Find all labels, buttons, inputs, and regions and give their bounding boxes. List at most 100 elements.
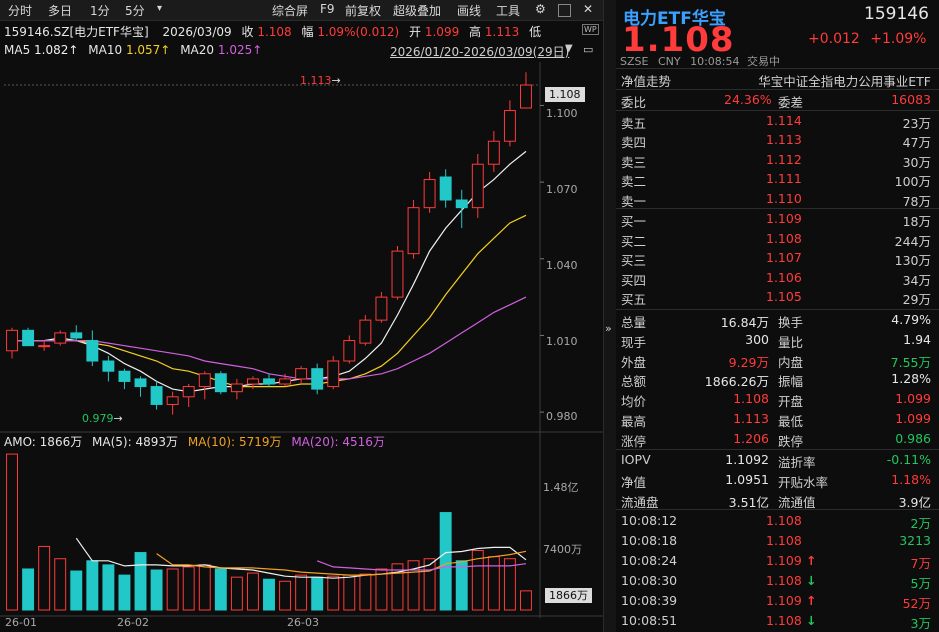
candle[interactable] — [70, 332, 83, 339]
tab-composite-screen[interactable]: 综合屏 — [272, 2, 308, 19]
volume-bar[interactable] — [311, 576, 324, 611]
candle[interactable] — [423, 179, 436, 209]
stat-label: 振幅 — [778, 374, 804, 390]
expand-panel-icon[interactable]: » — [605, 322, 612, 335]
volume-bar[interactable] — [182, 566, 195, 611]
volume-bar[interactable] — [70, 570, 83, 611]
candle[interactable] — [166, 396, 179, 405]
range-dropdown-icon[interactable]: ▼ — [565, 43, 573, 54]
kline-chart[interactable] — [0, 62, 603, 632]
volume-bar[interactable] — [102, 564, 115, 611]
volume-bar[interactable] — [150, 569, 163, 611]
volume-bar[interactable] — [54, 558, 67, 611]
bid-row[interactable]: 买五 1.105 29万 — [616, 287, 939, 307]
volume-bar[interactable] — [86, 560, 99, 611]
bid-row[interactable]: 买二 1.108 244万 — [616, 229, 939, 249]
tab-tools[interactable]: 工具 — [496, 2, 520, 19]
candle[interactable] — [102, 360, 115, 372]
volume-bar[interactable] — [230, 576, 243, 611]
tab-f9[interactable]: F9 — [320, 2, 335, 16]
volume-bar[interactable] — [439, 512, 452, 611]
close-icon[interactable]: ✕ — [583, 2, 593, 16]
date-range[interactable]: 2026/01/20-2026/03/09(29日) — [390, 43, 569, 60]
candle[interactable] — [439, 176, 452, 201]
candle[interactable] — [230, 383, 243, 393]
candle[interactable] — [327, 360, 340, 388]
stat-label: 最高 — [621, 414, 647, 429]
gear-icon[interactable]: ⚙ — [535, 2, 546, 16]
volume-bar[interactable] — [166, 568, 179, 611]
candle[interactable] — [471, 163, 484, 209]
bid-row[interactable]: 买三 1.107 130万 — [616, 248, 939, 268]
volume-bar[interactable] — [198, 564, 211, 611]
volume-bar[interactable] — [455, 560, 468, 611]
volume-bar[interactable] — [118, 574, 131, 611]
volume-bar[interactable] — [263, 578, 275, 611]
candle[interactable] — [455, 199, 468, 209]
volume-bar[interactable] — [279, 580, 292, 611]
tab-1min[interactable]: 1分 — [90, 2, 110, 19]
candle[interactable] — [343, 340, 356, 362]
period-dropdown-icon[interactable]: ▾ — [157, 3, 162, 14]
candle[interactable] — [407, 207, 420, 255]
candle[interactable] — [359, 319, 372, 344]
volume-bar[interactable] — [295, 574, 308, 611]
volume-bar[interactable] — [487, 556, 500, 611]
volume-bar[interactable] — [359, 573, 372, 611]
candle[interactable] — [38, 345, 51, 348]
tab-forward-adjust[interactable]: 前复权 — [345, 2, 381, 19]
candle[interactable] — [311, 368, 324, 390]
candle[interactable] — [214, 373, 227, 393]
candle[interactable] — [86, 340, 99, 362]
candle[interactable] — [375, 296, 388, 321]
ask-row[interactable]: 卖二 1.111 100万 — [616, 169, 939, 189]
stat-value: 1.18% — [891, 471, 931, 487]
candle[interactable] — [118, 370, 131, 382]
candle[interactable] — [54, 332, 67, 344]
net-trend-link[interactable]: 净值走势 — [621, 71, 671, 90]
volume-bar[interactable] — [375, 568, 388, 611]
tab-super-overlay[interactable]: 超级叠加 — [393, 2, 441, 19]
tab-multi-day[interactable]: 多日 — [48, 2, 72, 19]
ask-row[interactable]: 卖一 1.110 78万 — [616, 189, 939, 209]
candle[interactable] — [150, 386, 163, 405]
candle[interactable] — [263, 378, 275, 385]
volume-bar[interactable] — [134, 552, 147, 611]
tab-5min[interactable]: 5分 — [125, 2, 145, 19]
volume-bar[interactable] — [214, 568, 227, 611]
close-label: 收 — [241, 25, 254, 39]
tab-draw-line[interactable]: 画线 — [457, 2, 481, 19]
net-trend-row[interactable]: 净值走势 华宝中证全指电力公用事业ETF — [616, 69, 939, 89]
candle[interactable] — [487, 140, 500, 165]
ask-row[interactable]: 卖三 1.112 30万 — [616, 150, 939, 170]
candle[interactable] — [182, 386, 195, 398]
candle[interactable] — [503, 110, 516, 142]
candle[interactable] — [198, 373, 211, 388]
minimize-icon[interactable] — [558, 4, 571, 17]
candle[interactable] — [246, 378, 259, 385]
tab-intraday[interactable]: 分时 — [8, 2, 32, 19]
bid-row[interactable]: 买一 1.109 18万 — [616, 209, 939, 229]
volume-bar[interactable] — [343, 574, 356, 611]
candle[interactable] — [6, 329, 18, 352]
candle[interactable] — [391, 250, 404, 298]
bid-row[interactable]: 买四 1.106 34万 — [616, 268, 939, 288]
volume-bar[interactable] — [22, 568, 35, 611]
volume-bar[interactable] — [520, 590, 532, 611]
candle[interactable] — [22, 329, 35, 347]
weibi-label: 委比 — [621, 95, 647, 110]
volume-bar[interactable] — [6, 453, 18, 611]
ask-row[interactable]: 卖四 1.113 47万 — [616, 130, 939, 150]
candle[interactable] — [279, 378, 292, 385]
volume-bar[interactable] — [38, 545, 51, 611]
tick-row: 10:08:30 1.108 ↓ 5万 — [616, 571, 939, 591]
volume-bar[interactable] — [246, 572, 259, 611]
export-icon[interactable]: WP — [582, 24, 599, 35]
ask-row[interactable]: 卖五 1.114 23万 — [616, 111, 939, 131]
collapse-icon[interactable]: ▭ — [583, 43, 593, 56]
candle[interactable] — [520, 84, 532, 109]
volume-bar[interactable] — [327, 575, 340, 611]
panel-divider[interactable]: » — [603, 0, 617, 632]
candle[interactable] — [134, 378, 147, 388]
candle[interactable] — [295, 368, 308, 380]
